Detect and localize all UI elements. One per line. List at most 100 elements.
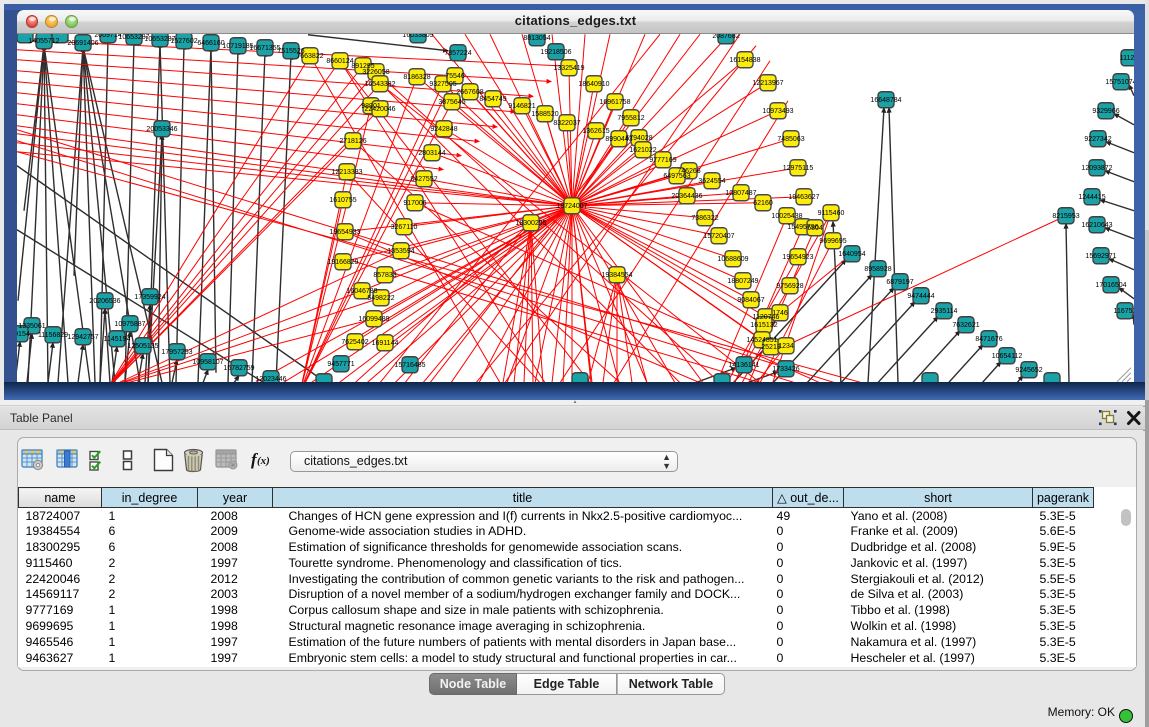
svg-text:13325419: 13325419 (553, 65, 584, 72)
svg-text:19654923: 19654923 (782, 254, 813, 261)
svg-text:7386322: 7386322 (691, 215, 718, 222)
svg-text:1610755: 1610755 (329, 197, 356, 204)
svg-text:6497563: 6497563 (663, 173, 690, 180)
svg-text:18807249: 18807249 (727, 278, 758, 285)
svg-text:12942757: 12942757 (67, 334, 98, 341)
svg-text:2935114: 2935114 (931, 308, 958, 315)
svg-text:5804: 5804 (807, 225, 823, 232)
svg-text:9084067: 9084067 (737, 297, 764, 304)
svg-text:(x): (x) (257, 455, 270, 467)
svg-text:11123: 11123 (1120, 55, 1134, 62)
svg-text:1362615: 1362615 (582, 128, 609, 135)
svg-text:8660124: 8660124 (326, 58, 353, 65)
svg-text:12093872: 12093872 (1081, 165, 1112, 172)
svg-text:2803144: 2803144 (418, 150, 445, 157)
svg-text:8958928: 8958928 (864, 266, 891, 273)
svg-text:9227342: 9227342 (1084, 136, 1111, 143)
svg-text:75546: 75546 (445, 73, 465, 80)
svg-text:16671355: 16671355 (249, 45, 280, 52)
svg-text:10958107: 10958107 (192, 359, 223, 366)
svg-text:1615132: 1615132 (750, 322, 777, 329)
svg-text:20206536: 20206536 (89, 298, 120, 305)
svg-text:1621022: 1621022 (629, 147, 656, 154)
svg-text:7632621: 7632621 (952, 322, 979, 329)
svg-text:3226058: 3226058 (362, 69, 389, 76)
svg-text:6466160: 6466160 (197, 40, 224, 47)
svg-text:9115460: 9115460 (818, 210, 845, 217)
svg-text:9245652: 9245652 (1015, 367, 1042, 374)
svg-text:6879197: 6879197 (886, 279, 913, 286)
svg-text:19384554: 19384554 (601, 272, 632, 279)
svg-text:62160: 62160 (753, 200, 773, 207)
svg-text:12975115: 12975115 (783, 165, 814, 172)
svg-text:3267110: 3267110 (391, 224, 418, 231)
svg-text:917006: 917006 (403, 200, 426, 207)
svg-text:6794028: 6794028 (625, 135, 652, 142)
svg-text:11156829: 11156829 (38, 332, 68, 339)
svg-text:1335061: 1335061 (18, 323, 45, 330)
svg-text:1746: 1746 (772, 310, 788, 317)
svg-text:18640910: 18640910 (578, 81, 609, 88)
svg-text:8322037: 8322037 (553, 120, 580, 127)
svg-text:1588520: 1588520 (531, 111, 558, 118)
svg-text:12213383: 12213383 (331, 169, 362, 176)
svg-text:19654933: 19654933 (329, 229, 360, 236)
svg-text:116753: 116753 (1114, 308, 1134, 315)
svg-text:15692971: 15692971 (1085, 253, 1116, 260)
svg-text:9777169: 9777169 (649, 157, 676, 164)
svg-text:20053346: 20053346 (146, 126, 177, 133)
svg-text:7625402: 7625402 (341, 339, 368, 346)
svg-text:1640954: 1640954 (838, 251, 865, 258)
svg-text:16782759: 16782759 (223, 365, 254, 372)
svg-text:20691406: 20691406 (67, 40, 98, 47)
svg-text:10654112: 10654112 (992, 353, 1023, 360)
svg-text:1733426: 1733426 (772, 366, 799, 373)
svg-text:3624554: 3624554 (698, 178, 725, 185)
svg-text:20364436: 20364436 (671, 193, 702, 200)
svg-text:7485063: 7485063 (777, 136, 804, 143)
svg-text:16648784: 16648784 (870, 97, 901, 104)
svg-text:17359924: 17359924 (134, 294, 165, 301)
svg-text:8471676: 8471676 (975, 336, 1002, 343)
svg-text:9327505: 9327505 (429, 81, 456, 88)
svg-text:17957253: 17957253 (161, 349, 192, 356)
svg-text:14524851: 14524851 (746, 337, 777, 344)
svg-text:7955812: 7955812 (617, 115, 644, 122)
svg-text:16210643: 16210643 (1081, 222, 1112, 229)
svg-text:17016504: 17016504 (1095, 282, 1126, 289)
svg-text:9146821: 9146821 (508, 103, 535, 110)
svg-text:1527602: 1527602 (170, 38, 197, 45)
svg-text:16961758: 16961758 (599, 99, 630, 106)
svg-text:8454749: 8454749 (479, 96, 506, 103)
svg-text:1234: 1234 (778, 343, 794, 350)
svg-text:7663822: 7663822 (296, 53, 323, 60)
svg-text:19463627: 19463627 (788, 194, 819, 201)
svg-text:16046788: 16046788 (346, 288, 377, 295)
svg-text:8427552: 8427552 (410, 176, 437, 183)
svg-text:39154: 39154 (17, 331, 30, 338)
svg-text:16099489: 16099489 (358, 316, 389, 323)
svg-text:9457771: 9457771 (327, 361, 354, 368)
svg-text:10807487: 10807487 (725, 190, 756, 197)
svg-text:16154838: 16154838 (729, 57, 760, 64)
svg-text:9329966: 9329966 (1092, 108, 1119, 115)
svg-text:15716485: 15716485 (394, 362, 425, 369)
svg-text:12505135: 12505135 (127, 343, 158, 350)
svg-text:8215953: 8215953 (1052, 213, 1079, 220)
svg-text:2667608: 2667608 (456, 89, 483, 96)
svg-text:22420046: 22420046 (364, 106, 395, 113)
svg-text:1353594: 1353594 (387, 248, 414, 255)
svg-text:1244415: 1244415 (1078, 194, 1105, 201)
svg-text:10975887: 10975887 (114, 321, 145, 328)
svg-text:1145194: 1145194 (104, 336, 131, 343)
svg-text:14136141: 14136141 (728, 362, 759, 369)
svg-text:16543382: 16543382 (364, 81, 395, 88)
svg-text:12213967: 12213967 (752, 80, 783, 87)
svg-text:19166829: 19166829 (327, 259, 358, 266)
svg-text:18300295: 18300295 (515, 220, 546, 227)
svg-text:15751074: 15751074 (1105, 79, 1134, 86)
svg-text:3875645: 3875645 (438, 99, 465, 106)
svg-text:7857224: 7857224 (444, 50, 471, 57)
svg-text:8813054: 8813054 (523, 35, 550, 42)
svg-text:10973493: 10973493 (762, 108, 793, 115)
